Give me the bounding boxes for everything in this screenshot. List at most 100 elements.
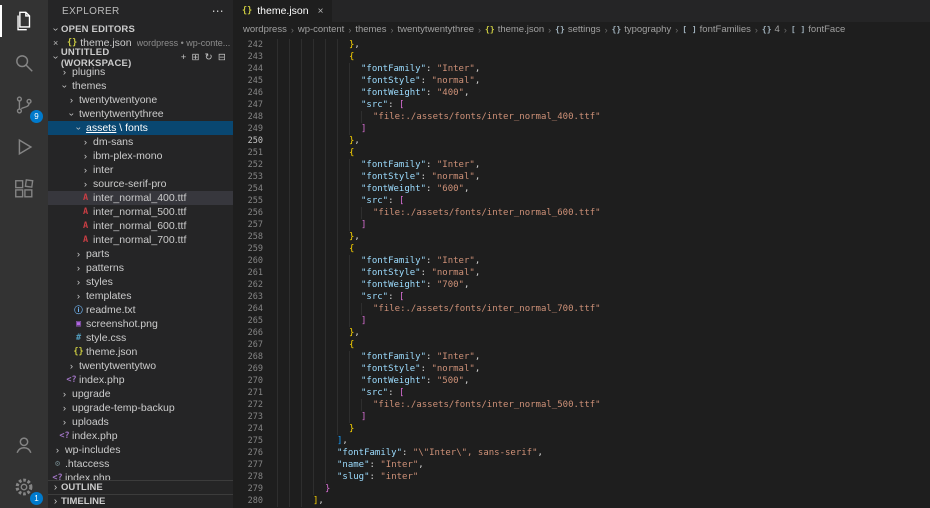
line-number[interactable]: 242	[233, 39, 263, 51]
workspace-header[interactable]: › UNTITLED (WORKSPACE) + ⊞ ↻ ⊟	[48, 47, 233, 69]
code-line-266[interactable]: 266},	[233, 327, 930, 339]
line-number[interactable]: 263	[233, 291, 263, 303]
open-editors-header[interactable]: › OPEN EDITORS	[48, 22, 233, 36]
line-number[interactable]: 265	[233, 315, 263, 327]
outline-header[interactable]: › OUTLINE	[48, 480, 233, 494]
tree-folder-ibm-plex-mono[interactable]: › ibm-plex-mono	[48, 149, 233, 163]
tree-file-inter-normal-500-ttf[interactable]: Ainter_normal_500.ttf	[48, 205, 233, 219]
tree-folder-source-serif-pro[interactable]: › source-serif-pro	[48, 177, 233, 191]
breadcrumb-item-wp-content[interactable]: wp-content	[298, 24, 344, 35]
activity-account-icon[interactable]	[0, 424, 48, 466]
breadcrumb-item-fontface[interactable]: [ ] fontFace	[791, 24, 845, 35]
line-number[interactable]: 271	[233, 387, 263, 399]
tree-folder-assets-fonts[interactable]: › assets \ fonts	[48, 121, 233, 135]
close-icon[interactable]: ×	[318, 6, 324, 17]
line-number[interactable]: 276	[233, 447, 263, 459]
code-line-275[interactable]: 275],	[233, 435, 930, 447]
line-number[interactable]: 261	[233, 267, 263, 279]
tab-theme-json[interactable]: {} theme.json ×	[233, 0, 333, 22]
line-number[interactable]: 280	[233, 495, 263, 507]
code-line-249[interactable]: 249]	[233, 123, 930, 135]
tree-folder-plugins[interactable]: › plugins	[48, 65, 233, 79]
line-number[interactable]: 254	[233, 183, 263, 195]
line-number[interactable]: 259	[233, 243, 263, 255]
line-number[interactable]: 251	[233, 147, 263, 159]
tree-folder-themes[interactable]: › themes	[48, 79, 233, 93]
line-number[interactable]: 264	[233, 303, 263, 315]
line-number[interactable]: 248	[233, 111, 263, 123]
code-line-246[interactable]: 246 "fontWeight": "400",	[233, 87, 930, 99]
code-line-267[interactable]: 267 {	[233, 339, 930, 351]
activity-search-icon[interactable]	[0, 42, 48, 84]
code-line-248[interactable]: 248 "file:./assets/fonts/inter_normal_400…	[233, 111, 930, 123]
new-folder-icon[interactable]: ⊞	[191, 52, 199, 63]
line-number[interactable]: 267	[233, 339, 263, 351]
line-number[interactable]: 269	[233, 363, 263, 375]
line-number[interactable]: 244	[233, 63, 263, 75]
line-number[interactable]: 268	[233, 351, 263, 363]
line-number[interactable]: 272	[233, 399, 263, 411]
tree-file-index-php[interactable]: <? index.php	[48, 373, 233, 387]
new-file-icon[interactable]: +	[181, 52, 187, 63]
code-line-271[interactable]: 271 "src": [	[233, 387, 930, 399]
activity-explorer-icon[interactable]	[0, 0, 48, 42]
timeline-header[interactable]: › TIMELINE	[48, 494, 233, 508]
line-number[interactable]: 247	[233, 99, 263, 111]
collapse-folders-icon[interactable]: ⊟	[218, 52, 226, 63]
breadcrumb-item-wordpress[interactable]: wordpress	[243, 24, 287, 35]
tree-folder-parts[interactable]: › parts	[48, 247, 233, 261]
code-line-242[interactable]: 242},	[233, 39, 930, 51]
tree-folder-templates[interactable]: › templates	[48, 289, 233, 303]
breadcrumb-item-typography[interactable]: {} typography	[612, 24, 672, 35]
code-line-247[interactable]: 247 "src": [	[233, 99, 930, 111]
tree-folder-twentytwentytwo[interactable]: › twentytwentytwo	[48, 359, 233, 373]
line-number[interactable]: 250	[233, 135, 263, 147]
code-line-270[interactable]: 270 "fontWeight": "500",	[233, 375, 930, 387]
tree-file-theme-json[interactable]: {} theme.json	[48, 345, 233, 359]
line-number[interactable]: 256	[233, 207, 263, 219]
code-line-252[interactable]: 252 "fontFamily": "Inter",	[233, 159, 930, 171]
code-line-260[interactable]: 260 "fontFamily": "Inter",	[233, 255, 930, 267]
line-number[interactable]: 274	[233, 423, 263, 435]
activity-source-control-icon[interactable]: 9	[0, 84, 48, 126]
code-line-258[interactable]: 258},	[233, 231, 930, 243]
line-number[interactable]: 273	[233, 411, 263, 423]
line-number[interactable]: 249	[233, 123, 263, 135]
tree-folder-styles[interactable]: › styles	[48, 275, 233, 289]
tree-file-inter-normal-700-ttf[interactable]: Ainter_normal_700.ttf	[48, 233, 233, 247]
code-line-255[interactable]: 255 "src": [	[233, 195, 930, 207]
line-number[interactable]: 255	[233, 195, 263, 207]
tree-file-style-css[interactable]: # style.css	[48, 331, 233, 345]
refresh-explorer-icon[interactable]: ↻	[205, 52, 213, 63]
code-line-250[interactable]: 250},	[233, 135, 930, 147]
code-line-261[interactable]: 261 "fontStyle": "normal",	[233, 267, 930, 279]
code-line-262[interactable]: 262 "fontWeight": "700",	[233, 279, 930, 291]
code-line-264[interactable]: 264 "file:./assets/fonts/inter_normal_700…	[233, 303, 930, 315]
tree-file-index-php[interactable]: <? index.php	[48, 471, 233, 480]
line-number[interactable]: 278	[233, 471, 263, 483]
tree-file-inter-normal-400-ttf[interactable]: Ainter_normal_400.ttf	[48, 191, 233, 205]
code-line-277[interactable]: 277 "name": "Inter",	[233, 459, 930, 471]
tree-folder-patterns[interactable]: › patterns	[48, 261, 233, 275]
tree-file-htaccess[interactable]: ⚙ .htaccess	[48, 457, 233, 471]
code-line-243[interactable]: 243 {	[233, 51, 930, 63]
code-line-272[interactable]: 272 "file:./assets/fonts/inter_normal_500…	[233, 399, 930, 411]
breadcrumb-item-theme-json[interactable]: {} theme.json	[485, 24, 544, 35]
tree-file-index-php[interactable]: <? index.php	[48, 429, 233, 443]
code-line-259[interactable]: 259 {	[233, 243, 930, 255]
code-line-280[interactable]: 280],	[233, 495, 930, 507]
tree-folder-inter[interactable]: › inter	[48, 163, 233, 177]
tree-folder-wp-includes[interactable]: › wp-includes	[48, 443, 233, 457]
code-area[interactable]: 242}, 243{244 "fontFamily": "Inter", 245 "fo…	[233, 37, 930, 508]
breadcrumb-item-twentytwentythree[interactable]: twentytwentythree	[397, 24, 474, 35]
code-line-263[interactable]: 263 "src": [	[233, 291, 930, 303]
tree-file-inter-normal-600-ttf[interactable]: Ainter_normal_600.ttf	[48, 219, 233, 233]
tree-folder-upgrade[interactable]: › upgrade	[48, 387, 233, 401]
code-line-244[interactable]: 244 "fontFamily": "Inter",	[233, 63, 930, 75]
code-line-254[interactable]: 254 "fontWeight": "600",	[233, 183, 930, 195]
line-number[interactable]: 245	[233, 75, 263, 87]
line-number[interactable]: 260	[233, 255, 263, 267]
code-line-257[interactable]: 257]	[233, 219, 930, 231]
line-number[interactable]: 277	[233, 459, 263, 471]
line-number[interactable]: 262	[233, 279, 263, 291]
